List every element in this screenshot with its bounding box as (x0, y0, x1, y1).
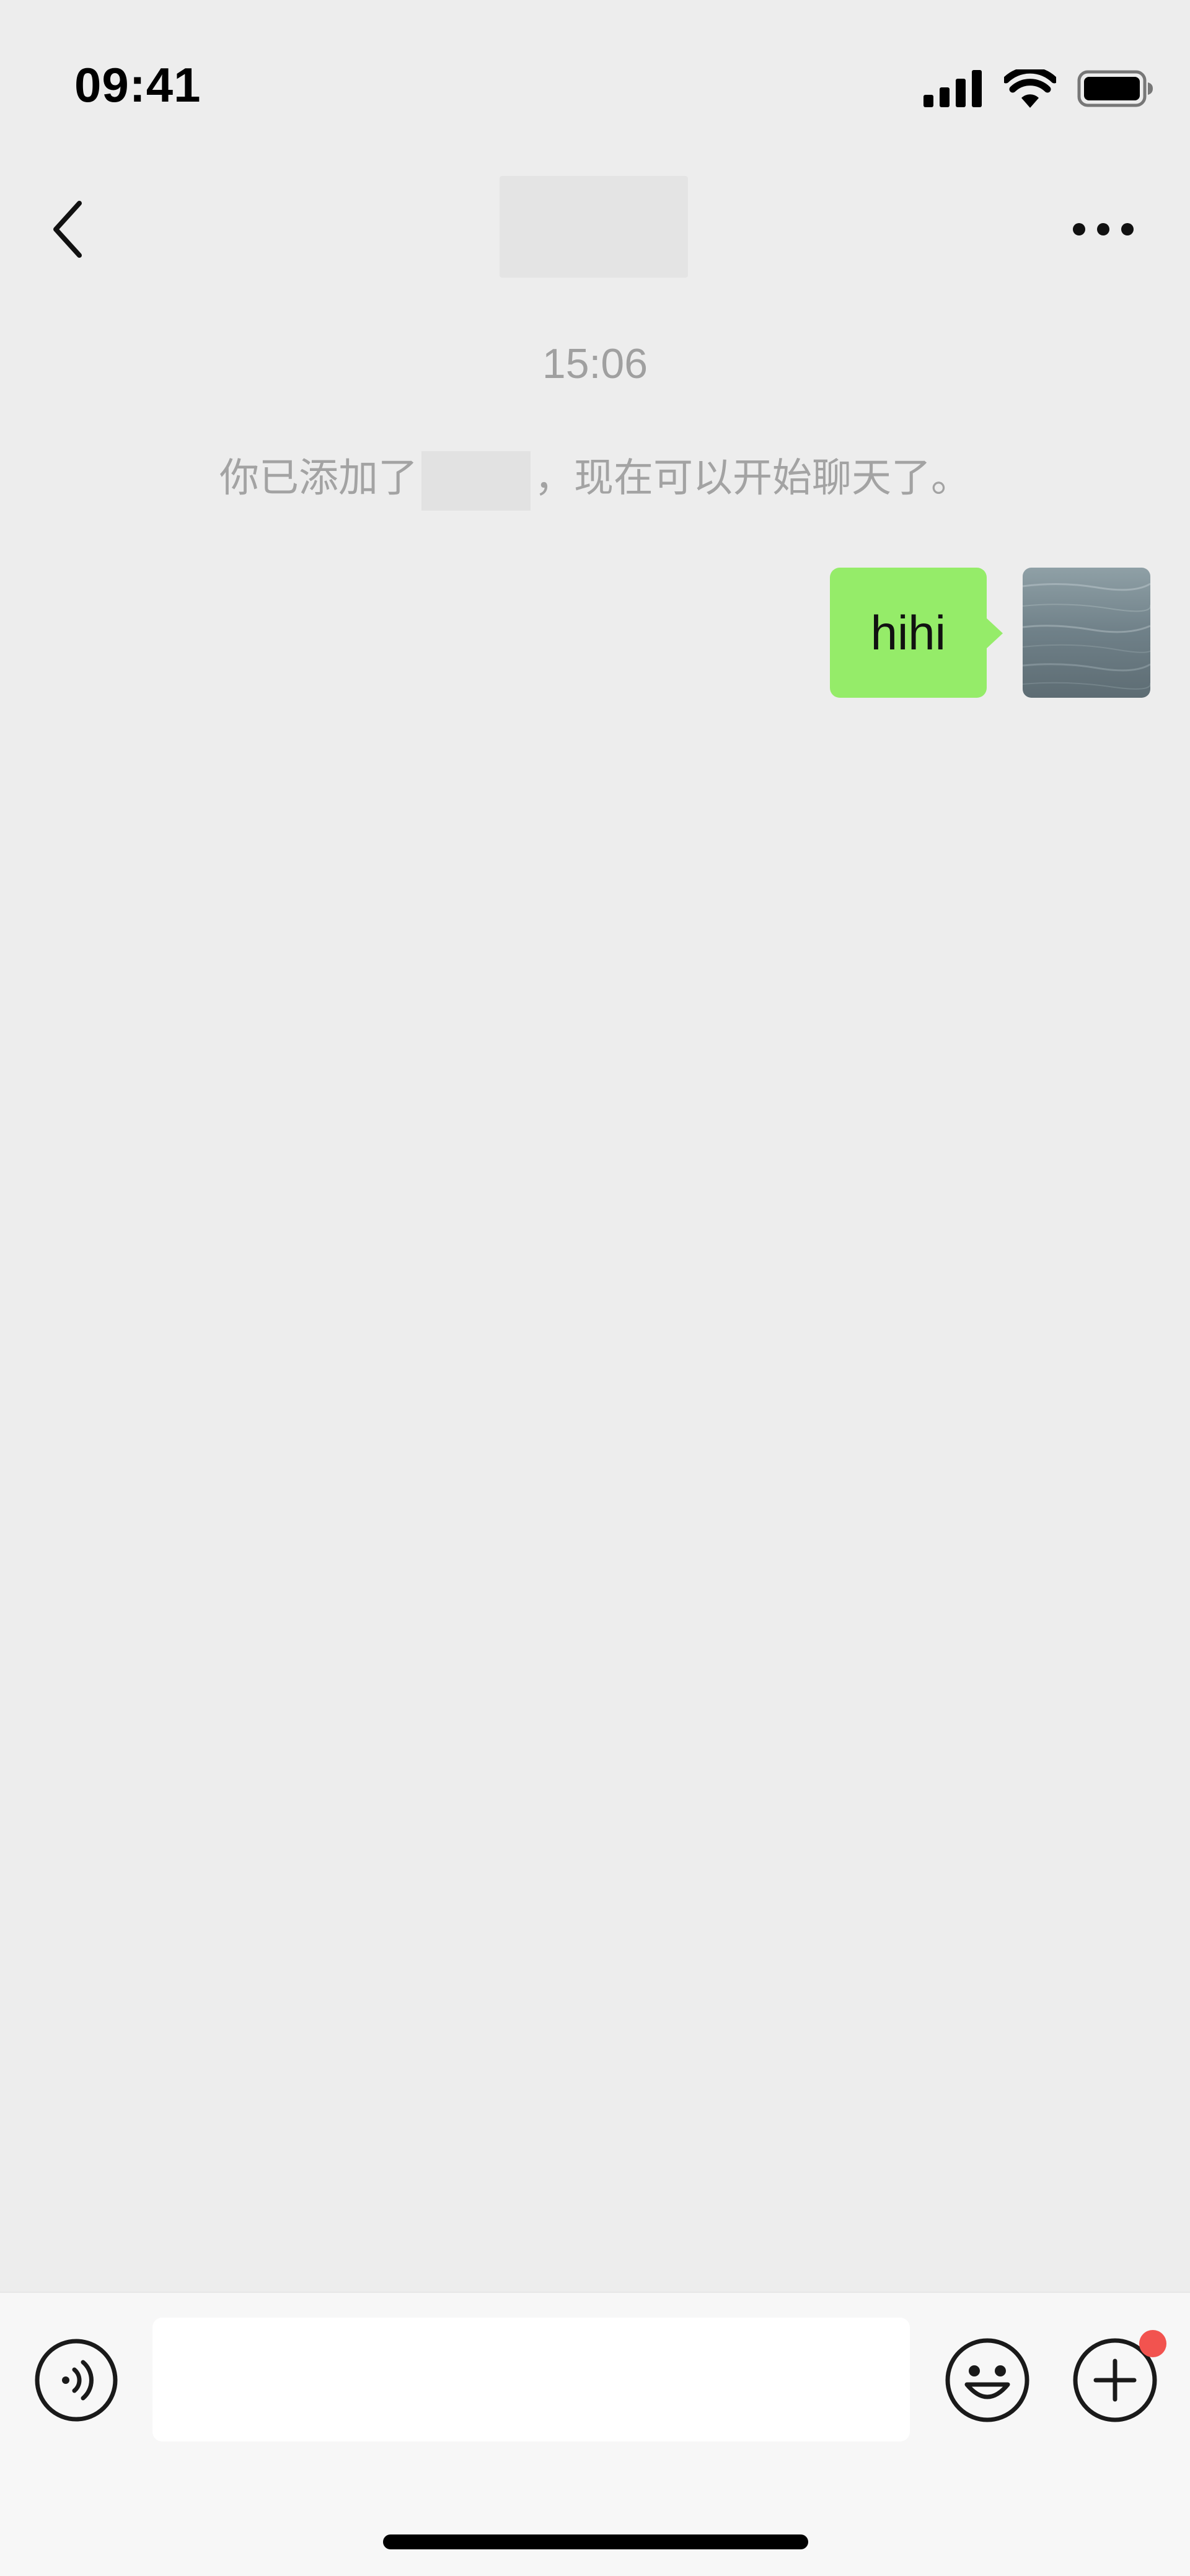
more-dots-icon (1073, 223, 1134, 235)
message-timestamp: 15:06 (542, 340, 648, 387)
status-time: 09:41 (74, 58, 201, 112)
battery-icon (1077, 70, 1153, 107)
status-bar: 09:41 (0, 0, 1190, 149)
system-notice-suffix: ，现在可以开始聊天了。 (534, 455, 971, 500)
system-notice-prefix: 你已添加了 (219, 455, 418, 500)
chevron-left-icon (53, 201, 82, 258)
home-indicator (383, 2534, 808, 2549)
message-input[interactable] (152, 2318, 910, 2442)
voice-button[interactable] (33, 2337, 119, 2423)
cellular-signal-icon (923, 70, 982, 107)
avatar[interactable] (1023, 568, 1150, 698)
message-bubble[interactable]: hihi (829, 568, 1003, 698)
contact-name-redacted (500, 176, 688, 278)
wifi-icon (1004, 69, 1056, 108)
emoji-icon (945, 2338, 1029, 2422)
system-notice: 你已添加了 ，现在可以开始聊天了。 (0, 446, 1190, 511)
chat-screen: 09:41 15:06 你已添加了 ，现在可以开始聊天了。 hihi (0, 0, 1190, 2576)
back-button[interactable] (43, 192, 93, 266)
input-bar (0, 2292, 1190, 2576)
message-outgoing: hihi (829, 568, 1150, 698)
status-icons (923, 67, 1154, 110)
notification-badge (1139, 2330, 1166, 2357)
nav-bar (0, 149, 1190, 310)
voice-icon (35, 2339, 118, 2422)
avatar-image (1023, 568, 1150, 698)
more-button[interactable] (1066, 211, 1140, 248)
redacted-contact-name (421, 451, 531, 511)
emoji-button[interactable] (943, 2336, 1031, 2424)
